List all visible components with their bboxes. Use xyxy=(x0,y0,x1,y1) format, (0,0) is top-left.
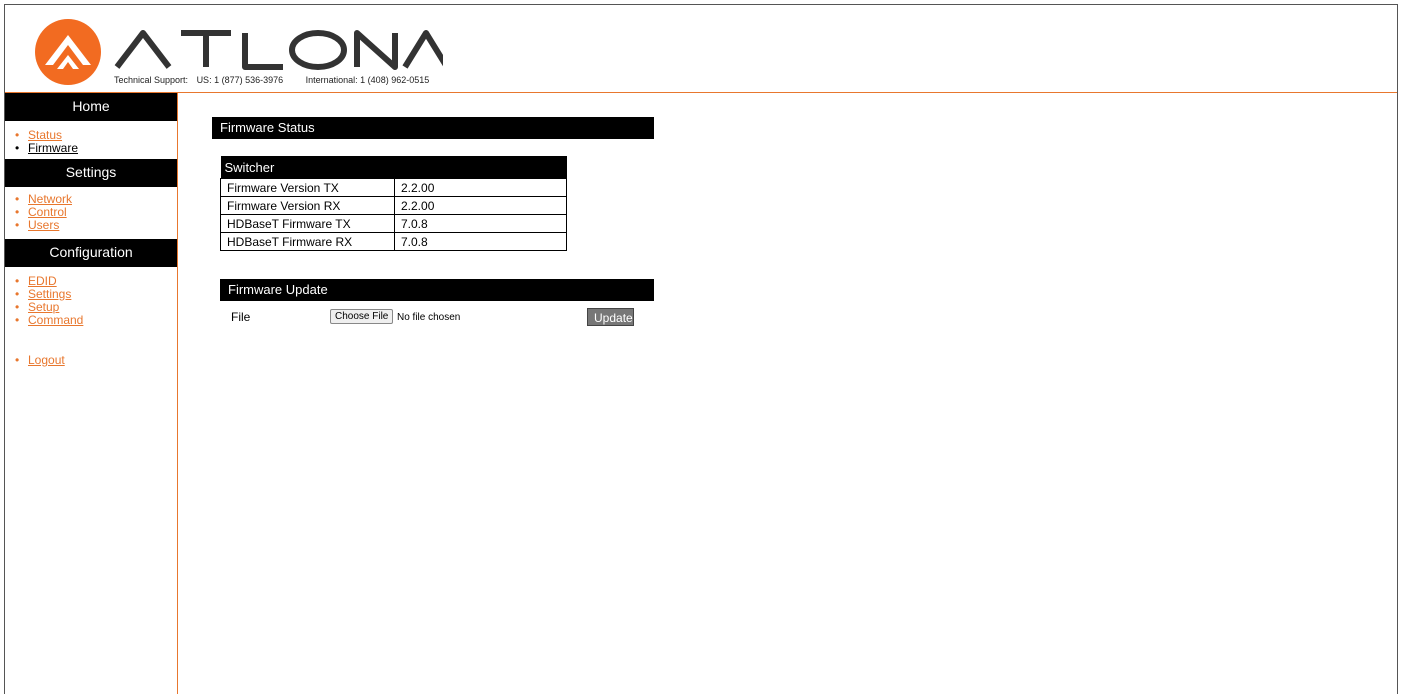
sidebar-heading-configuration: Configuration xyxy=(5,239,177,267)
sidebar: Home Status Firmware Settings Network Co… xyxy=(5,93,178,694)
row-key: HDBaseT Firmware TX xyxy=(220,214,395,233)
row-value: 2.2.00 xyxy=(394,196,567,215)
logout-nav: Logout xyxy=(5,333,177,373)
configuration-nav: EDID Settings Setup Command xyxy=(5,267,177,333)
support-info: Technical Support: US: 1 (877) 536-3976 … xyxy=(114,75,435,85)
header: Technical Support: US: 1 (877) 536-3976 … xyxy=(5,5,1397,93)
firmware-link[interactable]: Firmware xyxy=(28,141,78,155)
table-row: HDBaseT Firmware RX 7.0.8 xyxy=(220,232,567,251)
edid-link[interactable]: EDID xyxy=(28,274,57,288)
users-link[interactable]: Users xyxy=(28,218,59,232)
row-key: Firmware Version TX xyxy=(220,178,395,197)
firmware-status-heading: Firmware Status xyxy=(212,117,654,139)
logout-link[interactable]: Logout xyxy=(28,353,65,367)
support-us-phone: US: 1 (877) 536-3976 xyxy=(196,75,284,85)
sidebar-item-command[interactable]: Command xyxy=(15,313,177,328)
choose-file-button[interactable]: Choose File xyxy=(330,309,394,324)
table-row: HDBaseT Firmware TX 7.0.8 xyxy=(220,214,567,233)
file-label: File xyxy=(231,310,251,324)
sidebar-item-logout[interactable]: Logout xyxy=(15,353,177,368)
sidebar-item-firmware[interactable]: Firmware xyxy=(15,141,177,156)
status-link[interactable]: Status xyxy=(28,128,62,142)
row-key: HDBaseT Firmware RX xyxy=(220,232,395,251)
support-intl-phone: International: 1 (408) 962-0515 xyxy=(305,75,430,85)
support-label: Technical Support: xyxy=(114,75,189,85)
firmware-update-heading: Firmware Update xyxy=(220,279,654,301)
config-settings-link[interactable]: Settings xyxy=(28,287,71,301)
settings-nav: Network Control Users xyxy=(5,187,177,239)
command-link[interactable]: Command xyxy=(28,313,83,327)
control-link[interactable]: Control xyxy=(28,205,67,219)
main-content: Firmware Status Switcher Firmware Versio… xyxy=(178,93,1396,693)
table-header-switcher: Switcher xyxy=(220,156,567,179)
row-key: Firmware Version RX xyxy=(220,196,395,215)
network-link[interactable]: Network xyxy=(28,192,72,206)
table-row: Firmware Version RX 2.2.00 xyxy=(220,196,567,215)
row-value: 2.2.00 xyxy=(394,178,567,197)
update-button[interactable]: Update xyxy=(587,308,634,326)
firmware-table: Switcher Firmware Version TX 2.2.00 Firm… xyxy=(220,156,567,251)
row-value: 7.0.8 xyxy=(394,232,567,251)
atlona-wordmark xyxy=(114,30,443,70)
sidebar-heading-settings: Settings xyxy=(5,159,177,187)
row-value: 7.0.8 xyxy=(394,214,567,233)
sidebar-heading-home: Home xyxy=(5,93,177,121)
table-row: Firmware Version TX 2.2.00 xyxy=(220,178,567,197)
home-nav: Status Firmware xyxy=(5,121,177,159)
setup-link[interactable]: Setup xyxy=(28,300,59,314)
file-upload-row: File Choose File No file chosen Update xyxy=(220,307,654,327)
sidebar-item-users[interactable]: Users xyxy=(15,218,177,233)
atlona-logo-icon xyxy=(35,19,101,85)
file-status-text: No file chosen xyxy=(397,312,461,323)
